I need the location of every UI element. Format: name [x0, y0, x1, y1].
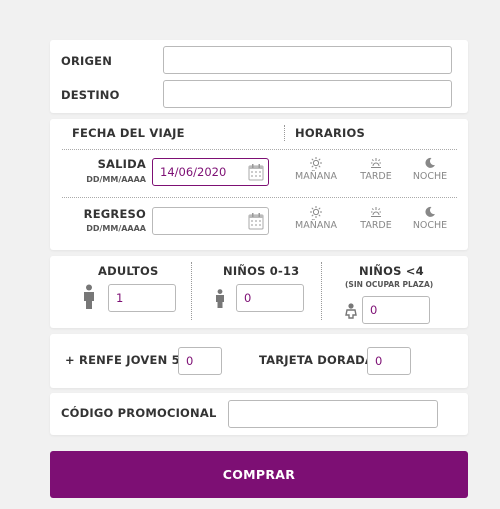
adults-input[interactable] [108, 284, 176, 312]
tarjeta-dorada-input[interactable] [367, 347, 411, 375]
sunset-icon [371, 158, 381, 168]
moon-icon [425, 206, 435, 217]
infants-note: (SIN OCUPAR PLAZA) [345, 280, 434, 289]
departure-date-value: 14/06/2020 [160, 165, 227, 179]
night-label: NOCHE [412, 171, 448, 182]
return-format-hint: DD/MM/AAAA [86, 224, 146, 233]
departure-night-option[interactable]: NOCHE [402, 157, 458, 182]
dates-card: FECHA DEL VIAJE HORARIOS SALIDA DD/MM/AA… [50, 119, 468, 250]
return-night-option[interactable]: NOCHE [402, 206, 458, 231]
promo-label: CÓDIGO PROMOCIONAL [61, 406, 217, 420]
promo-card: CÓDIGO PROMOCIONAL [50, 393, 468, 435]
adult-person-icon [84, 284, 94, 309]
afternoon-label: TARDE [360, 171, 392, 182]
separator [191, 262, 192, 320]
night-label: NOCHE [412, 220, 448, 231]
trip-date-heading: FECHA DEL VIAJE [72, 126, 185, 140]
divider [62, 149, 457, 150]
return-label: REGRESO [83, 207, 146, 221]
calendar-icon[interactable] [248, 163, 264, 181]
tarjeta-dorada-label: TARJETA DORADA [259, 353, 375, 367]
origin-input[interactable] [163, 46, 452, 74]
departure-format-hint: DD/MM/AAAA [86, 175, 146, 184]
baby-icon [345, 303, 357, 319]
discount-cards-card: + RENFE JOVEN 50 TARJETA DORADA [50, 334, 468, 388]
divider [62, 197, 457, 198]
separator [321, 262, 322, 320]
return-morning-option[interactable]: MAÑANA [288, 206, 344, 231]
passengers-card: ADULTOS NIÑOS 0-13 NIÑOS <4 (SIN OCUPAR … [50, 256, 468, 328]
promo-input[interactable] [228, 400, 438, 428]
route-card: ORIGEN DESTINO [50, 40, 468, 113]
header-separator [284, 125, 285, 141]
children-label: NIÑOS 0-13 [223, 264, 300, 278]
renfe-joven-label: + RENFE JOVEN 50 [65, 353, 189, 367]
infants-label: NIÑOS <4 [359, 264, 424, 278]
adults-label: ADULTOS [98, 264, 159, 278]
infants-input[interactable] [362, 296, 430, 324]
buy-button[interactable]: COMPRAR [50, 451, 468, 498]
renfe-joven-input[interactable] [178, 347, 222, 375]
origin-label: ORIGEN [61, 54, 113, 68]
return-afternoon-option[interactable]: TARDE [348, 206, 404, 231]
moon-icon [425, 157, 435, 168]
children-input[interactable] [236, 284, 304, 312]
child-person-icon [216, 289, 224, 308]
destination-label: DESTINO [61, 88, 120, 102]
departure-morning-option[interactable]: MAÑANA [288, 157, 344, 182]
calendar-icon[interactable] [248, 212, 264, 230]
return-date-input[interactable] [152, 207, 269, 235]
sun-icon [310, 157, 322, 169]
schedules-heading: HORARIOS [295, 126, 365, 140]
departure-label: SALIDA [97, 157, 146, 171]
sunset-icon [371, 207, 381, 217]
departure-date-input[interactable]: 14/06/2020 [152, 158, 269, 186]
sun-icon [310, 206, 322, 218]
destination-input[interactable] [163, 80, 452, 108]
morning-label: MAÑANA [295, 220, 337, 231]
morning-label: MAÑANA [295, 171, 337, 182]
afternoon-label: TARDE [360, 220, 392, 231]
departure-afternoon-option[interactable]: TARDE [348, 157, 404, 182]
